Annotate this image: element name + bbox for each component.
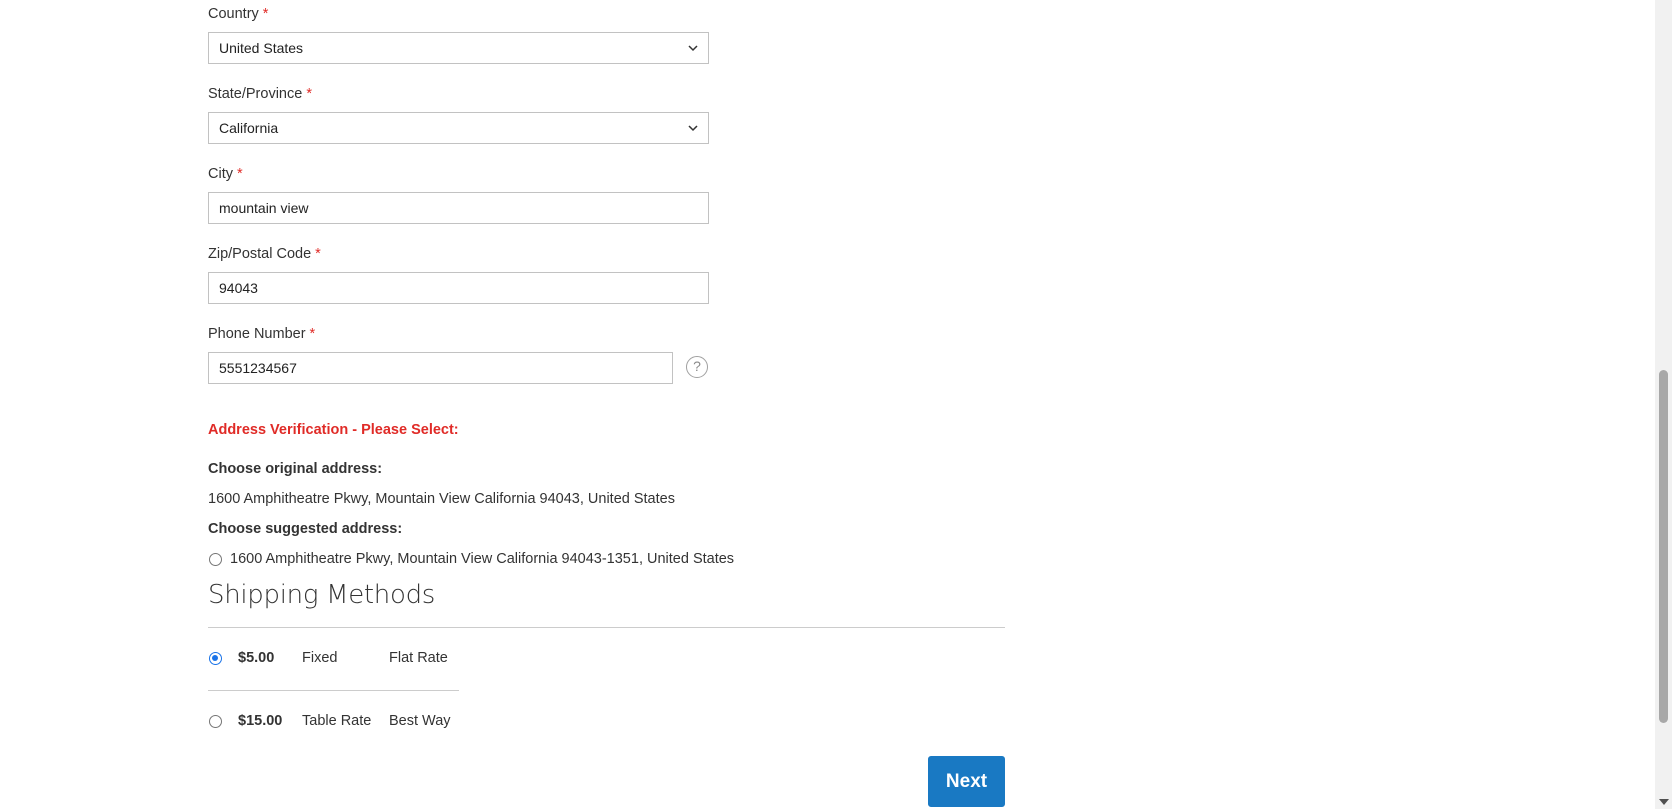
required-asterisk: * xyxy=(309,326,316,342)
shipping-price: $5.00 xyxy=(238,650,275,666)
vertical-scrollbar[interactable] xyxy=(1655,0,1672,809)
shipping-methods-title: Shipping Methods xyxy=(208,580,436,610)
suggested-address-label: Choose suggested address: xyxy=(208,521,403,537)
zip-label-text: Zip/Postal Code xyxy=(208,246,312,262)
shipping-method-name: Fixed xyxy=(302,650,338,666)
scrollbar-thumb[interactable] xyxy=(1659,370,1668,723)
shipping-carrier-name: Flat Rate xyxy=(389,650,448,666)
state-label-text: State/Province xyxy=(208,86,303,102)
shipping-method-name: Table Rate xyxy=(302,713,372,729)
state-label: State/Province * xyxy=(208,85,312,103)
phone-label: Phone Number * xyxy=(208,325,315,343)
shipping-method-radio[interactable] xyxy=(209,715,222,728)
zip-label: Zip/Postal Code * xyxy=(208,245,321,263)
phone-label-text: Phone Number xyxy=(208,326,306,342)
city-label-text: City xyxy=(208,166,233,182)
shipping-method-radio[interactable] xyxy=(209,652,222,665)
phone-input[interactable]: 5551234567 xyxy=(208,352,673,384)
state-select-value: California xyxy=(219,120,279,136)
country-label-text: Country xyxy=(208,6,259,22)
address-verification-title: Address Verification - Please Select: xyxy=(208,422,459,438)
country-select[interactable]: United States xyxy=(208,32,709,64)
row-divider xyxy=(208,690,459,691)
country-select-value: United States xyxy=(219,40,304,56)
suggested-address-radio[interactable] xyxy=(209,553,222,566)
help-icon[interactable]: ? xyxy=(686,356,708,378)
section-divider xyxy=(208,627,1005,628)
original-address-label: Choose original address: xyxy=(208,461,383,477)
required-asterisk: * xyxy=(306,86,312,102)
zip-input[interactable]: 94043 xyxy=(208,272,709,304)
suggested-address-text[interactable]: 1600 Amphitheatre Pkwy, Mountain View Ca… xyxy=(230,551,734,567)
shipping-price: $15.00 xyxy=(238,713,283,729)
country-label: Country * xyxy=(208,5,268,23)
next-button[interactable]: Next xyxy=(928,756,1005,807)
city-input[interactable]: mountain view xyxy=(208,192,709,224)
scroll-down-arrow-icon[interactable] xyxy=(1659,799,1669,805)
city-label: City * xyxy=(208,165,243,183)
required-asterisk: * xyxy=(262,6,269,22)
chevron-down-icon xyxy=(688,45,698,52)
state-select[interactable]: California xyxy=(208,112,709,144)
required-asterisk: * xyxy=(236,166,243,182)
checkout-shipping-page: Country * United States State/Province * C… xyxy=(0,0,1655,809)
original-address-text: 1600 Amphitheatre Pkwy, Mountain View Ca… xyxy=(208,491,675,507)
required-asterisk: * xyxy=(315,246,321,262)
chevron-down-icon xyxy=(688,125,698,132)
shipping-carrier-name: Best Way xyxy=(389,713,451,729)
